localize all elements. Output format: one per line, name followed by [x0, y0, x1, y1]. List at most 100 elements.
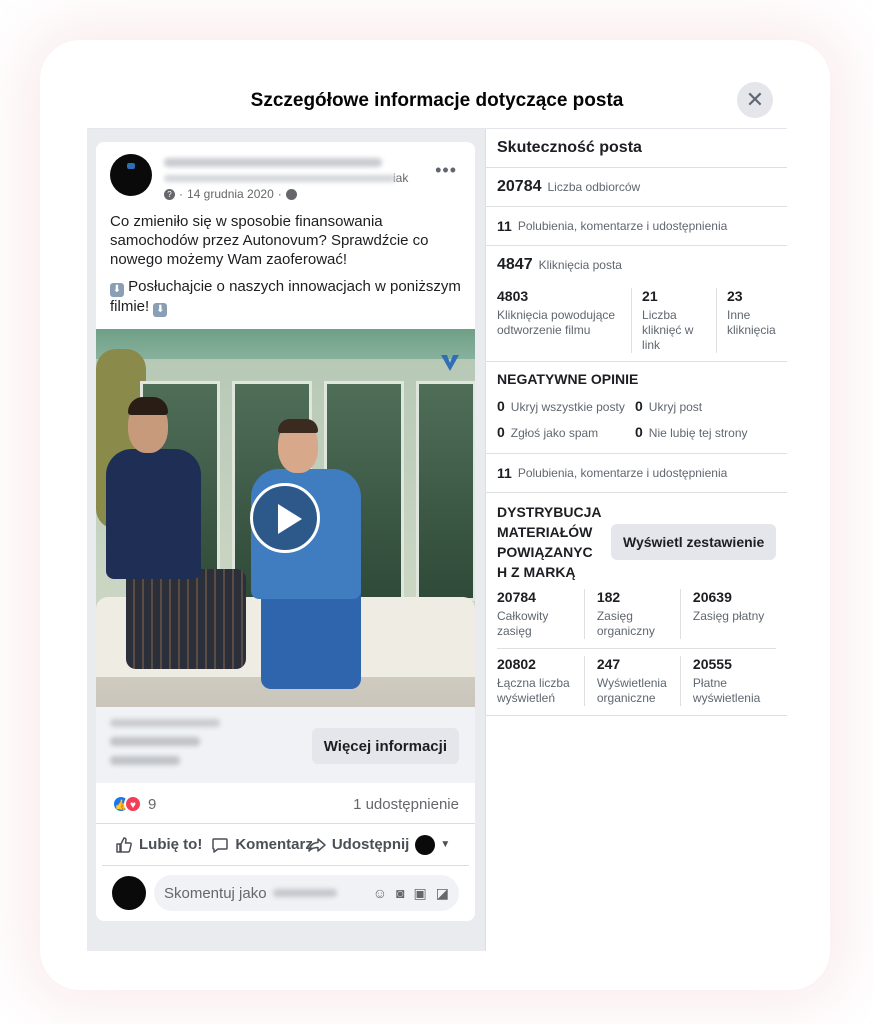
brand-logo-icon: [441, 355, 459, 371]
action-bar: Lubię to! Komentarz Udostępnij ▼: [102, 824, 469, 866]
dot-separator: ·: [179, 187, 183, 201]
paid-views: 20555 Płatne wyświetlenia: [679, 656, 776, 706]
reactions-count: 9: [148, 795, 157, 813]
down-arrow-emoji-icon: ⬇: [110, 283, 124, 297]
engagement-row: 11 Polubienia, komentarze i udostępnieni…: [497, 207, 776, 245]
camera-icon[interactable]: ◙: [396, 885, 404, 902]
link-clicks: 21 Liczba kliknięć w link: [631, 288, 716, 353]
engagement-label: Polubienia, komentarze i udostępnienia: [517, 219, 728, 233]
dist-label: Łączna liczba wyświetleń: [497, 676, 570, 705]
organic-views: 247 Wyświetlenia organiczne: [583, 656, 680, 706]
engagement-row-2: 11 Polubienia, komentarze i udostępnieni…: [497, 454, 776, 492]
post-date[interactable]: 14 grudnia 2020: [187, 187, 274, 201]
dist-value: 247: [596, 656, 621, 672]
click-breakdown-label: Liczba kliknięć w link: [642, 308, 694, 352]
thumbs-up-icon: [116, 836, 132, 853]
hide-post-stat: 0 Ukryj post: [635, 398, 703, 414]
dist-value: 20555: [692, 656, 732, 672]
video-play-clicks: 4803 Kliknięcia powodujące odtworzenie f…: [497, 288, 631, 353]
engagement-value: 11: [497, 218, 512, 234]
page-avatar[interactable]: [110, 154, 152, 196]
total-views: 20802 Łączna liczba wyświetleń: [497, 656, 584, 706]
link-title-redacted-2: [110, 756, 180, 765]
click-breakdown-label: Kliknięcia powodujące odtworzenie filmu: [497, 308, 616, 337]
share-button[interactable]: Udostępnij: [307, 835, 410, 855]
post-clicks-value: 4847: [497, 256, 533, 273]
like-button[interactable]: Lubię to!: [114, 835, 202, 855]
post-performance-panel: Skuteczność posta 20784 Liczba odbiorców…: [485, 129, 787, 951]
reach-row: 20784 Liczba odbiorców: [497, 168, 776, 206]
dist-label: Zasięg organiczny: [596, 609, 655, 638]
dist-value: 182: [596, 589, 621, 605]
dist-value: 20802: [497, 656, 536, 672]
reach-label: Liczba odbiorców: [547, 180, 641, 194]
click-breakdown-label: Inne kliknięcia: [727, 308, 776, 337]
play-icon[interactable]: [250, 483, 320, 553]
reactions-bar: 👍 ♥ 9 1 udostępnienie: [96, 783, 475, 824]
link-title-redacted: [110, 737, 200, 746]
post-clicks-label: Kliknięcia posta: [538, 258, 622, 272]
views-breakdown: 20802 Łączna liczba wyświetleń 247 Wyświ…: [497, 648, 776, 715]
commenter-avatar: [112, 876, 146, 910]
dot-separator: ·: [277, 187, 282, 201]
page-name-redacted: [164, 158, 382, 167]
total-reach: 20784 Całkowity zasięg: [497, 589, 584, 639]
comment-icon: [212, 837, 229, 853]
like-label: Lubię to!: [139, 836, 203, 853]
close-button[interactable]: ✕: [737, 82, 773, 118]
post-text: Co zmieniło się w sposobie finansowania …: [96, 202, 475, 317]
dist-label: Wyświetlenia organiczne: [596, 676, 667, 705]
close-icon: ✕: [745, 87, 765, 112]
post-preview-column: iak ? · 14 grudnia 2020 · ••• Co zmienił: [87, 129, 485, 951]
page-avatar-small: [415, 834, 436, 855]
globe-icon: [285, 188, 297, 200]
emoji-icon[interactable]: ☺: [373, 885, 387, 902]
dist-label: Całkowity zasięg: [497, 609, 549, 638]
performance-title: Skuteczność posta: [497, 139, 642, 156]
paid-reach: 20639 Zasięg płatny: [679, 589, 776, 639]
video-thumbnail[interactable]: [96, 329, 475, 707]
negative-feedback-title: NEGATYWNE OPINIE: [497, 371, 639, 387]
click-breakdown-value: 21: [642, 288, 658, 304]
shares-count[interactable]: 1 udostępnienie: [353, 796, 459, 813]
dist-value: 20639: [692, 589, 732, 605]
share-icon: [308, 837, 326, 852]
branded-content-title: DYSTRYBUCJA MATERIAŁÓW POWIĄZANYC H Z MA…: [497, 504, 601, 580]
engagement-value-2: 11: [497, 465, 512, 481]
post-text-paragraph: Co zmieniło się w sposobie finansowania …: [110, 213, 429, 268]
sticker-icon[interactable]: ◪: [436, 885, 449, 902]
gif-icon[interactable]: ▣: [414, 885, 427, 902]
reach-value: 20784: [497, 178, 542, 195]
comment-button[interactable]: Komentarz: [210, 835, 313, 855]
comment-input[interactable]: Skomentuj jako ☺ ◙ ▣ ◪: [154, 875, 459, 911]
branded-content-header: DYSTRYBUCJA MATERIAŁÓW POWIĄZANYC H Z MA…: [497, 493, 777, 582]
down-arrow-emoji-icon: ⬇: [153, 303, 168, 317]
post-text-paragraph-2: ⬇ Posłuchajcie o naszych innowacjach w p…: [110, 277, 461, 317]
commenter-name-redacted: [272, 889, 337, 897]
share-label: Udostępnij: [331, 836, 410, 853]
show-breakdown-button[interactable]: Wyświetl zestawienie: [610, 524, 777, 560]
question-icon: ?: [164, 188, 175, 200]
organic-reach: 182 Zasięg organiczny: [583, 589, 680, 639]
comment-placeholder: Skomentuj jako: [164, 884, 267, 902]
caret-down-icon: ▼: [440, 839, 451, 850]
link-preview[interactable]: Więcej informacji: [96, 707, 475, 783]
modal-header: Szczegółowe informacje dotyczące posta ✕: [87, 73, 787, 129]
reactions-summary[interactable]: 👍 ♥ 9: [112, 795, 156, 813]
post-header: iak ? · 14 grudnia 2020 · •••: [96, 142, 475, 202]
audience-selector[interactable]: ▼: [415, 834, 451, 855]
dist-label: Zasięg płatny: [692, 609, 765, 623]
other-clicks: 23 Inne kliknięcia: [716, 288, 776, 353]
love-reaction-icon: ♥: [124, 795, 142, 813]
post-details-modal: Szczegółowe informacje dotyczące posta ✕…: [87, 73, 787, 951]
negative-feedback-row-2: 0 Zgłoś jako spam 0 Nie lubię tej strony: [497, 419, 776, 445]
more-info-button[interactable]: Więcej informacji: [311, 728, 459, 764]
click-breakdown-value: 23: [727, 288, 743, 304]
negative-feedback-row: 0 Ukryj wszystkie posty 0 Ukryj post: [497, 393, 776, 419]
dist-value: 20784: [497, 589, 536, 605]
dist-label: Płatne wyświetlenia: [692, 676, 761, 705]
click-breakdown-value: 4803: [497, 288, 529, 304]
more-options-icon[interactable]: •••: [435, 160, 457, 181]
unlike-page-stat: 0 Nie lubię tej strony: [635, 424, 748, 440]
engagement-label-2: Polubienia, komentarze i udostępnienia: [517, 466, 728, 480]
